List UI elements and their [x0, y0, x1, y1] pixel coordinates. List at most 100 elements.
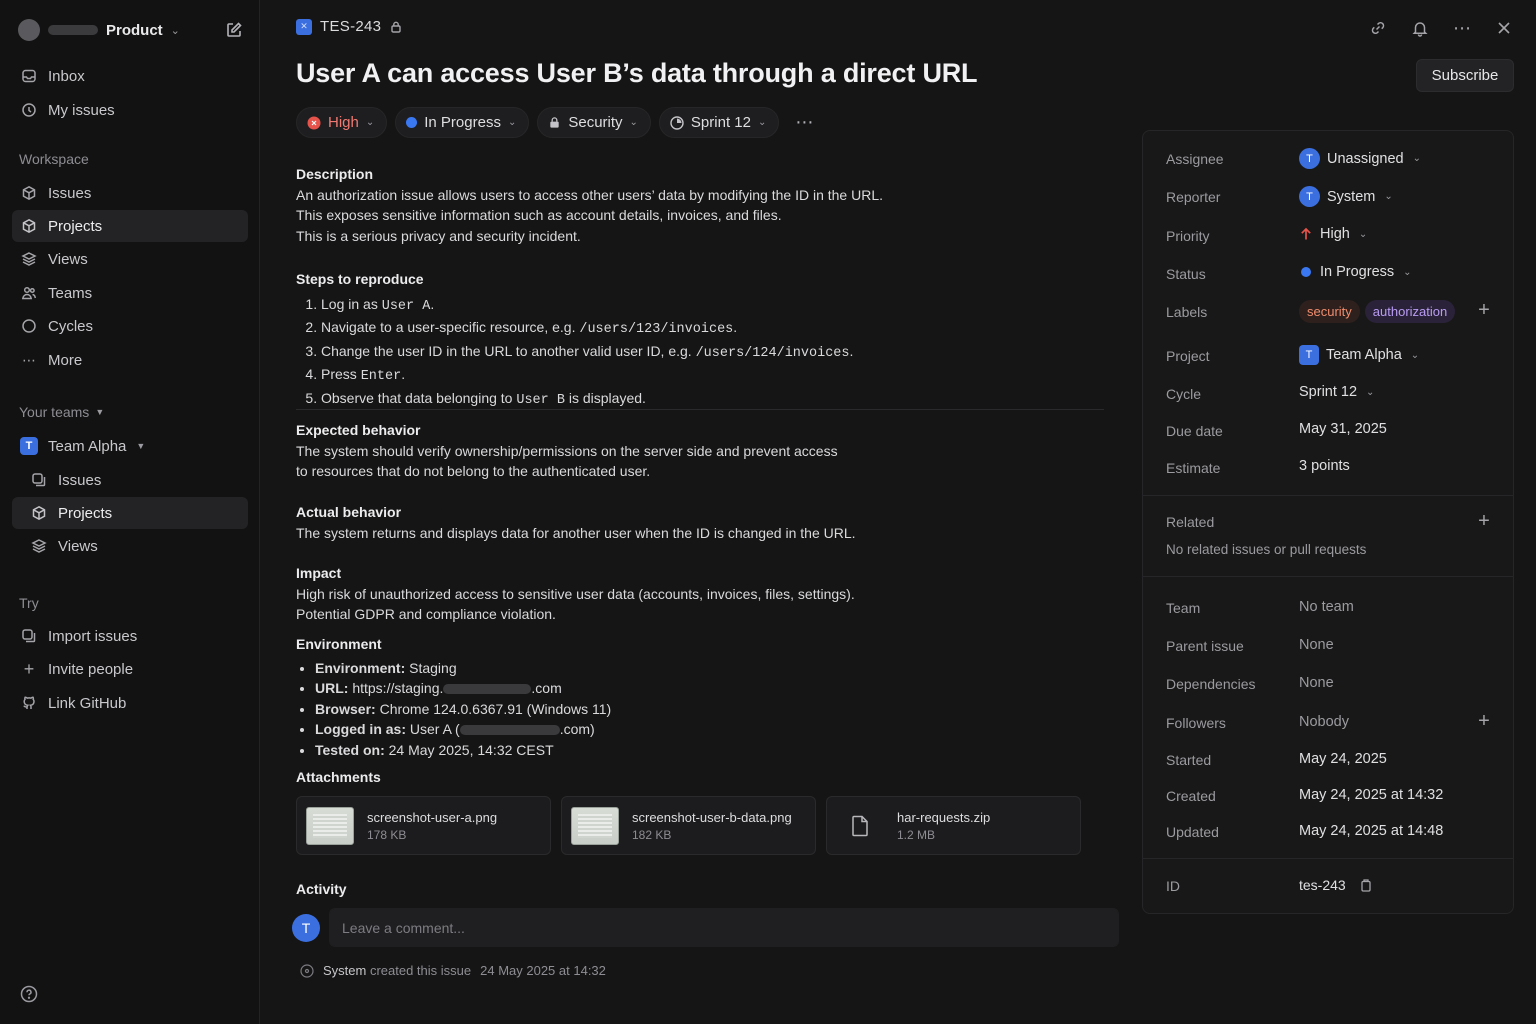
close-icon[interactable]	[1494, 18, 1514, 38]
assignee-label: Assignee	[1166, 151, 1224, 167]
updated-value: May 24, 2025 at 14:48	[1299, 823, 1444, 839]
impact-line: Potential GDPR and compliance violation.	[296, 606, 556, 622]
team-icon: ✕	[296, 18, 312, 35]
attachment-card[interactable]: screenshot-user-a.png 178 KB	[296, 796, 551, 855]
status-label: Status	[1166, 266, 1206, 282]
expected-line: The system should verify ownership/permi…	[296, 442, 838, 459]
sidebar-item-more[interactable]: ⋯ More	[12, 344, 248, 376]
status-pill-label: In Progress	[424, 114, 501, 131]
label-pill[interactable]: Security ⌄	[537, 107, 651, 138]
priority-pill[interactable]: High ⌄	[296, 107, 388, 138]
subscribe-button[interactable]: Subscribe	[1416, 59, 1514, 92]
attachment-name: screenshot-user-a.png	[367, 809, 498, 825]
estimate-label: Estimate	[1166, 460, 1221, 476]
sidebar-item-link-github[interactable]: Link GitHub	[12, 687, 248, 719]
description-line: This is a serious privacy and security i…	[296, 227, 581, 244]
my-issues-icon	[20, 101, 38, 119]
sidebar-item-teams[interactable]: Teams	[12, 277, 248, 309]
more-properties-icon[interactable]: ⋯	[787, 112, 822, 133]
add-label-icon[interactable]: +	[1474, 299, 1494, 322]
cycle-icon	[670, 115, 684, 130]
chevron-down-icon: ⌄	[757, 117, 767, 128]
issue-title[interactable]: User A can access User B’s data through …	[296, 58, 978, 89]
related-label: Related	[1166, 514, 1215, 530]
reporter-value[interactable]: T System ⌄	[1299, 186, 1393, 207]
help-button[interactable]	[20, 985, 38, 1003]
priority-label: Priority	[1166, 228, 1210, 244]
avatar: T	[1299, 148, 1320, 169]
cycle-icon	[20, 317, 38, 335]
reporter-label: Reporter	[1166, 189, 1221, 205]
sidebar-item-import-issues[interactable]: Import issues	[12, 620, 248, 652]
attachment-card[interactable]: screenshot-user-b-data.png 182 KB	[561, 796, 816, 855]
sidebar-team-alpha[interactable]: T Team Alpha ▼	[12, 430, 248, 462]
id-label: ID	[1166, 878, 1180, 894]
add-related-icon[interactable]: +	[1474, 510, 1494, 533]
started-value: May 24, 2025	[1299, 751, 1387, 767]
workspace-switcher[interactable]: Product ⌄	[18, 16, 180, 44]
panel-divider	[1143, 858, 1513, 859]
assignee-value[interactable]: T Unassigned ⌄	[1299, 148, 1421, 169]
status-value[interactable]: In Progress ⌄	[1299, 264, 1412, 280]
comment-input[interactable]	[329, 908, 1119, 947]
cycle-name: Sprint 12	[1299, 384, 1358, 400]
estimate-value[interactable]: 3 points	[1299, 458, 1350, 474]
sidebar-item-views[interactable]: Views	[12, 243, 248, 275]
redacted-text	[459, 725, 560, 736]
attachment-name: screenshot-user-b-data.png	[632, 809, 792, 825]
link-icon[interactable]	[1368, 18, 1388, 38]
new-issue-button[interactable]	[222, 18, 246, 42]
sidebar-item-cycles[interactable]: Cycles	[12, 310, 248, 342]
lock-icon	[550, 117, 560, 128]
environment-section: Environment Environment: Staging URL: ht…	[296, 634, 1106, 760]
followers-value: Nobody	[1299, 714, 1349, 730]
project-value[interactable]: T Team Alpha ⌄	[1299, 345, 1419, 365]
system-icon	[300, 963, 314, 978]
attachment-card[interactable]: har-requests.zip 1.2 MB	[826, 796, 1081, 855]
cycle-value[interactable]: Sprint 12 ⌄	[1299, 384, 1374, 400]
sidebar-team-item-projects[interactable]: Projects	[12, 497, 248, 529]
priority-value[interactable]: High ⌄	[1299, 226, 1367, 242]
sidebar-item-issues[interactable]: Issues	[12, 177, 248, 209]
team-badge: T	[20, 437, 38, 455]
priority-text: High	[1320, 226, 1350, 242]
sidebar-item-invite-people[interactable]: + Invite people	[12, 653, 248, 685]
sidebar-item-my-issues[interactable]: My issues	[12, 94, 248, 126]
box-icon	[20, 217, 38, 235]
status-pill[interactable]: In Progress ⌄	[395, 107, 530, 138]
sidebar-item-label: Views	[58, 537, 98, 555]
due-date-value[interactable]: May 31, 2025	[1299, 421, 1387, 437]
sidebar-team-item-views[interactable]: Views	[12, 530, 248, 562]
dependencies-value[interactable]: None	[1299, 675, 1334, 691]
file-icon	[836, 807, 884, 845]
sidebar-item-label: Link GitHub	[48, 694, 127, 712]
sprint-pill[interactable]: Sprint 12 ⌄	[658, 107, 780, 138]
properties-panel: Assignee T Unassigned ⌄ Reporter T Syste…	[1142, 130, 1514, 914]
copy-icon[interactable]	[1359, 878, 1373, 892]
issue-id[interactable]: TES-243	[320, 18, 381, 35]
followers-label: Followers	[1166, 715, 1226, 731]
team-value[interactable]: No team	[1299, 599, 1354, 615]
add-follower-icon[interactable]: +	[1474, 710, 1494, 733]
your-teams-label: Your teams	[19, 404, 90, 420]
activity-heading-wrap: Activity	[296, 879, 1106, 900]
your-teams-toggle[interactable]: Your teams ▼	[19, 404, 104, 420]
chevron-down-icon: ⌄	[1358, 228, 1368, 240]
sidebar-team-item-issues[interactable]: Issues	[12, 464, 248, 496]
sidebar-item-label: Views	[48, 250, 88, 268]
sidebar-item-projects[interactable]: Projects	[12, 210, 248, 242]
label-chip-security[interactable]: security	[1299, 300, 1360, 323]
event-time: 24 May 2025 at 14:32	[480, 963, 606, 978]
caret-down-icon: ▼	[136, 441, 146, 451]
label-chip-authorization[interactable]: authorization	[1364, 300, 1456, 323]
more-options-icon[interactable]: ⋯	[1452, 18, 1472, 38]
bell-icon[interactable]	[1410, 18, 1430, 38]
parent-issue-value[interactable]: None	[1299, 637, 1334, 653]
sidebar-item-inbox[interactable]: Inbox	[12, 60, 248, 92]
attachments-heading-wrap: Attachments	[296, 767, 1106, 788]
section-divider	[296, 409, 1104, 410]
impact-line: High risk of unauthorized access to sens…	[296, 585, 855, 602]
due-date-label: Due date	[1166, 423, 1223, 439]
step-item: Press Enter.	[321, 364, 1106, 388]
import-icon	[20, 627, 38, 645]
